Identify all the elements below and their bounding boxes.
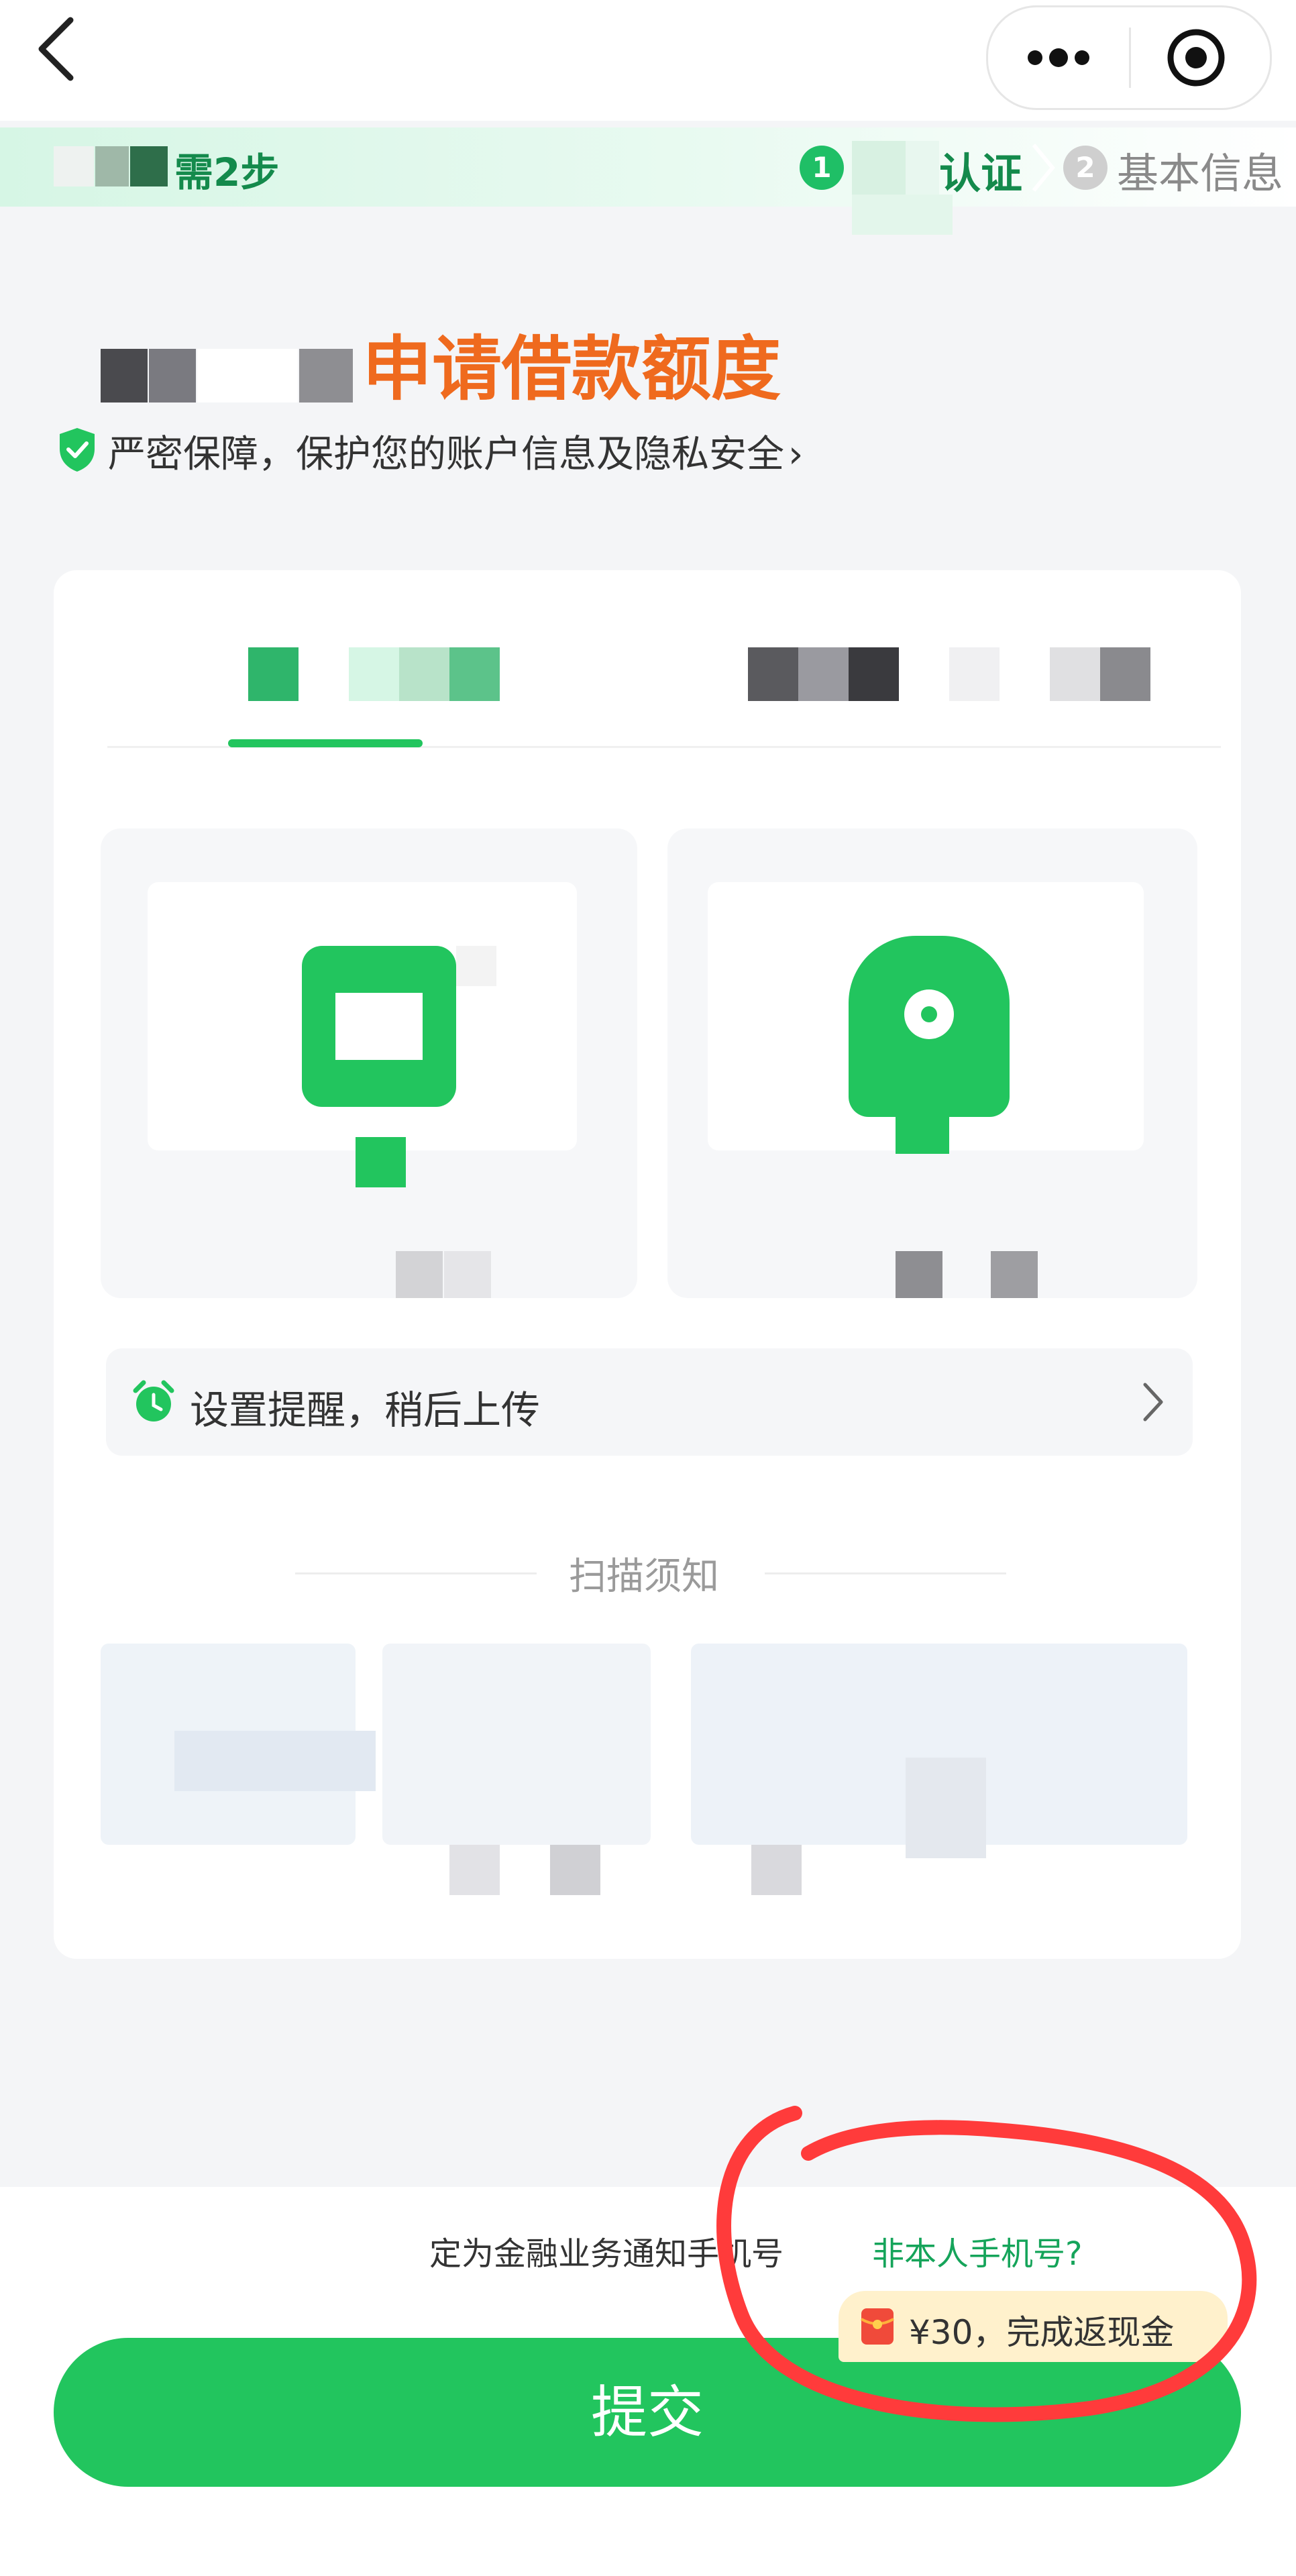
- divider-line: [765, 1572, 1006, 1574]
- redacted-mosaic: [101, 349, 356, 402]
- remaining-steps-text: 需2步: [174, 150, 280, 195]
- step1-number: 1: [800, 146, 844, 190]
- more-icon[interactable]: [1015, 34, 1102, 81]
- target-icon[interactable]: [1166, 28, 1226, 88]
- step-progress-bar: 需2步 1 认证 2 基本信息: [0, 127, 1296, 235]
- chevron-right-icon: ›: [788, 433, 804, 476]
- set-reminder-row[interactable]: 设置提醒，稍后上传: [106, 1348, 1193, 1456]
- active-tab-indicator: [228, 739, 423, 747]
- capsule-divider: [1129, 28, 1131, 88]
- scan-notice-title: 扫描须知: [569, 1555, 719, 1599]
- mini-program-capsule: [986, 5, 1272, 110]
- reminder-label: 设置提醒，稍后上传: [190, 1387, 541, 1433]
- redacted-mosaic: [54, 146, 168, 186]
- cashback-text: ¥30，完成返现金: [909, 2313, 1175, 2352]
- step2-number: 2: [1063, 146, 1108, 190]
- security-note-text: 严密保障，保护您的账户信息及隐私安全 ›: [108, 433, 804, 476]
- divider-line: [295, 1572, 537, 1574]
- cashback-badge: ¥30，完成返现金: [839, 2291, 1228, 2362]
- step1-label: 认证: [939, 149, 1023, 198]
- upload-id-front[interactable]: [101, 828, 637, 1298]
- tab-back[interactable]: [748, 647, 1150, 701]
- alarm-icon: [133, 1380, 174, 1421]
- chevron-right-icon: [1143, 1383, 1163, 1421]
- security-note[interactable]: 严密保障，保护您的账户信息及隐私安全 ›: [57, 423, 902, 476]
- shield-icon: [60, 428, 95, 472]
- step-arrow-icon: [1032, 144, 1055, 192]
- not-my-phone-link[interactable]: 非本人手机号?: [872, 2227, 1082, 2274]
- redpacket-icon: [860, 2308, 895, 2345]
- redacted-mosaic: [852, 141, 953, 248]
- top-nav-bar: [0, 0, 1296, 121]
- back-icon[interactable]: [27, 12, 87, 86]
- upload-id-back[interactable]: [667, 828, 1197, 1298]
- step2-label: 基本信息: [1117, 149, 1284, 198]
- scan-examples: [101, 1644, 1201, 1898]
- page-title: 申请借款额度: [362, 328, 781, 410]
- phone-agreement-text: 定为金融业务通知手机号: [429, 2235, 784, 2273]
- tab-front[interactable]: [248, 647, 503, 701]
